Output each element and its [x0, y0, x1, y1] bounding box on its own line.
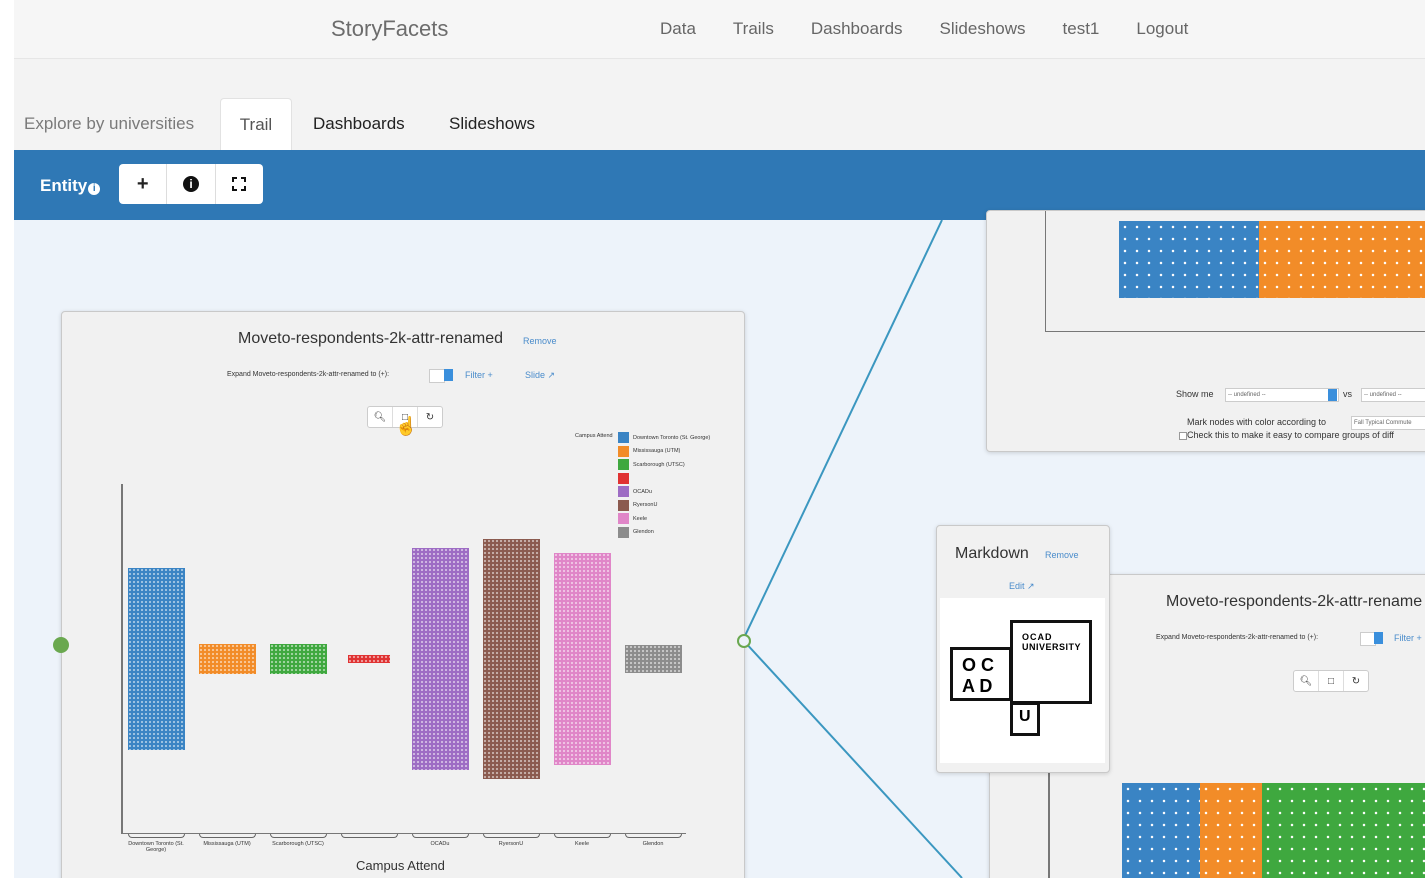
expand-dropdown-arrow[interactable] — [1374, 632, 1383, 644]
nav-slideshows[interactable]: Slideshows — [940, 19, 1026, 39]
mark-nodes-value: Fall Typical Commute — [1354, 420, 1412, 426]
vs-select-value: -- undefined -- — [1364, 392, 1402, 398]
markdown-panel[interactable]: Markdown Remove Edit ↗ OCAD UNIVERSITY O… — [936, 525, 1110, 773]
edit-link-text: Edit — [1009, 581, 1025, 591]
edit-icon: ↗ — [1027, 581, 1035, 591]
nav-links: Data Trails Dashboards Slideshows test1 … — [660, 19, 1225, 39]
mark-nodes-label: Mark nodes with color according to — [1187, 417, 1327, 427]
nav-logout[interactable]: Logout — [1136, 19, 1188, 39]
tab-slideshows[interactable]: Slideshows — [449, 98, 535, 150]
connector-line-top — [742, 220, 943, 641]
add-button[interactable]: + — [119, 164, 168, 204]
chart-panel-main[interactable]: Moveto-respondents-2k-attr-renamed Remov… — [61, 311, 745, 878]
x-tick-bracket — [554, 834, 611, 838]
zoom-in-icon[interactable]: 🔍︎ — [1294, 671, 1319, 691]
trail-node-right[interactable] — [737, 634, 751, 648]
trail-node-left[interactable] — [53, 637, 69, 653]
show-me-label: Show me — [1176, 389, 1214, 399]
trail-panel-top-right[interactable]: Show me -- undefined -- vs -- undefined … — [986, 210, 1425, 452]
x-tick-label: Mississauga (UTM) — [203, 841, 251, 847]
x-tick-bracket — [483, 834, 540, 838]
markdown-remove-link[interactable]: Remove — [1045, 550, 1079, 560]
x-tick-label: OCADu — [430, 841, 450, 847]
info-icon: i — [88, 183, 101, 195]
x-axis-label: Campus Attend — [356, 858, 445, 873]
info-button[interactable]: i — [167, 164, 216, 204]
reset-icon[interactable]: ↻ — [1344, 671, 1368, 691]
expand-icon — [232, 177, 247, 191]
logo-u-text: U — [1019, 708, 1031, 725]
entity-label[interactable]: Entity i — [40, 176, 101, 196]
logo-box-right: OCAD UNIVERSITY — [1010, 620, 1092, 704]
zoom-controls: 🔍︎ □ ↻ — [1293, 670, 1369, 692]
x-tick-bracket — [412, 834, 469, 838]
mark-nodes-select[interactable]: Fall Typical Commute — [1351, 416, 1425, 430]
vs-select[interactable]: -- undefined -- — [1361, 388, 1425, 402]
square-select-icon[interactable]: □ — [1319, 671, 1344, 691]
plot-axis — [1048, 760, 1050, 878]
connector-line-bottom — [742, 639, 963, 878]
show-me-select-value: -- undefined -- — [1228, 392, 1266, 398]
fullscreen-button[interactable] — [216, 164, 263, 204]
dot-block-green — [1262, 783, 1425, 878]
x-tick-label: RyersonU — [498, 841, 524, 847]
tab-bar: Explore by universities Trail Dashboards… — [14, 98, 1425, 151]
expand-label: Expand Moveto-respondents-2k-attr-rename… — [1156, 634, 1319, 641]
dot-block-orange — [1259, 221, 1425, 298]
plus-icon: + — [136, 172, 149, 195]
top-navbar: StoryFacets Data Trails Dashboards Slide… — [14, 0, 1425, 59]
compare-checkbox-label: Check this to make it easy to compare gr… — [1187, 430, 1394, 440]
app-window: StoryFacets Data Trails Dashboards Slide… — [14, 0, 1425, 878]
toolbar-button-group: + i — [119, 164, 263, 204]
tab-explore[interactable]: Explore by universities — [24, 98, 194, 150]
filter-link[interactable]: Filter + — [1394, 633, 1422, 643]
show-me-dropdown-arrow[interactable] — [1328, 389, 1337, 401]
logo-box-bottom: U — [1010, 702, 1040, 736]
brand-logo[interactable]: StoryFacets — [331, 16, 448, 42]
logo-university-text: UNIVERSITY — [1022, 642, 1082, 652]
x-tick-label: Glendon — [642, 841, 664, 847]
x-tick-bracket — [199, 834, 256, 838]
compare-checkbox[interactable] — [1179, 432, 1187, 440]
trail-canvas[interactable]: Show me -- undefined -- vs -- undefined … — [14, 210, 1425, 878]
x-tick-label: Downtown Toronto (St. George) — [128, 841, 184, 853]
vs-label: vs — [1343, 389, 1352, 399]
logo-ad-text: A D — [962, 676, 993, 696]
nav-trails[interactable]: Trails — [733, 19, 774, 39]
x-tick-label: Scarborough (UTSC) — [272, 841, 324, 847]
tab-dashboards[interactable]: Dashboards — [313, 98, 405, 150]
markdown-content: OCAD UNIVERSITY O C A D U — [940, 598, 1105, 763]
x-tick-bracket — [625, 834, 682, 838]
dot-block-blue — [1122, 783, 1200, 878]
nav-user[interactable]: test1 — [1063, 19, 1100, 39]
logo-oc-text: O C — [962, 655, 995, 675]
x-tick-labels: Downtown Toronto (St. George) Mississauga… — [62, 312, 744, 878]
entity-text: Entity — [40, 176, 88, 195]
nav-dashboards[interactable]: Dashboards — [811, 19, 903, 39]
ocad-university-logo: OCAD UNIVERSITY O C A D U — [950, 620, 1100, 750]
markdown-edit-link[interactable]: Edit ↗ — [1009, 581, 1035, 592]
info-circle-icon: i — [182, 176, 199, 192]
logo-box-left: O C A D — [950, 647, 1012, 701]
show-me-select[interactable]: -- undefined -- — [1225, 388, 1339, 402]
dot-block-orange — [1200, 783, 1262, 878]
dot-block-blue — [1119, 221, 1259, 298]
x-tick-bracket — [128, 834, 185, 838]
panel-title: Moveto-respondents-2k-attr-rename — [1166, 593, 1423, 610]
logo-ocad-text: OCAD — [1022, 632, 1053, 642]
x-tick-bracket — [270, 834, 327, 838]
markdown-title: Markdown — [955, 545, 1029, 562]
nav-data[interactable]: Data — [660, 19, 696, 39]
tab-trail[interactable]: Trail — [220, 98, 292, 151]
x-tick-bracket — [341, 834, 398, 838]
x-tick-label: Keele — [574, 841, 590, 847]
